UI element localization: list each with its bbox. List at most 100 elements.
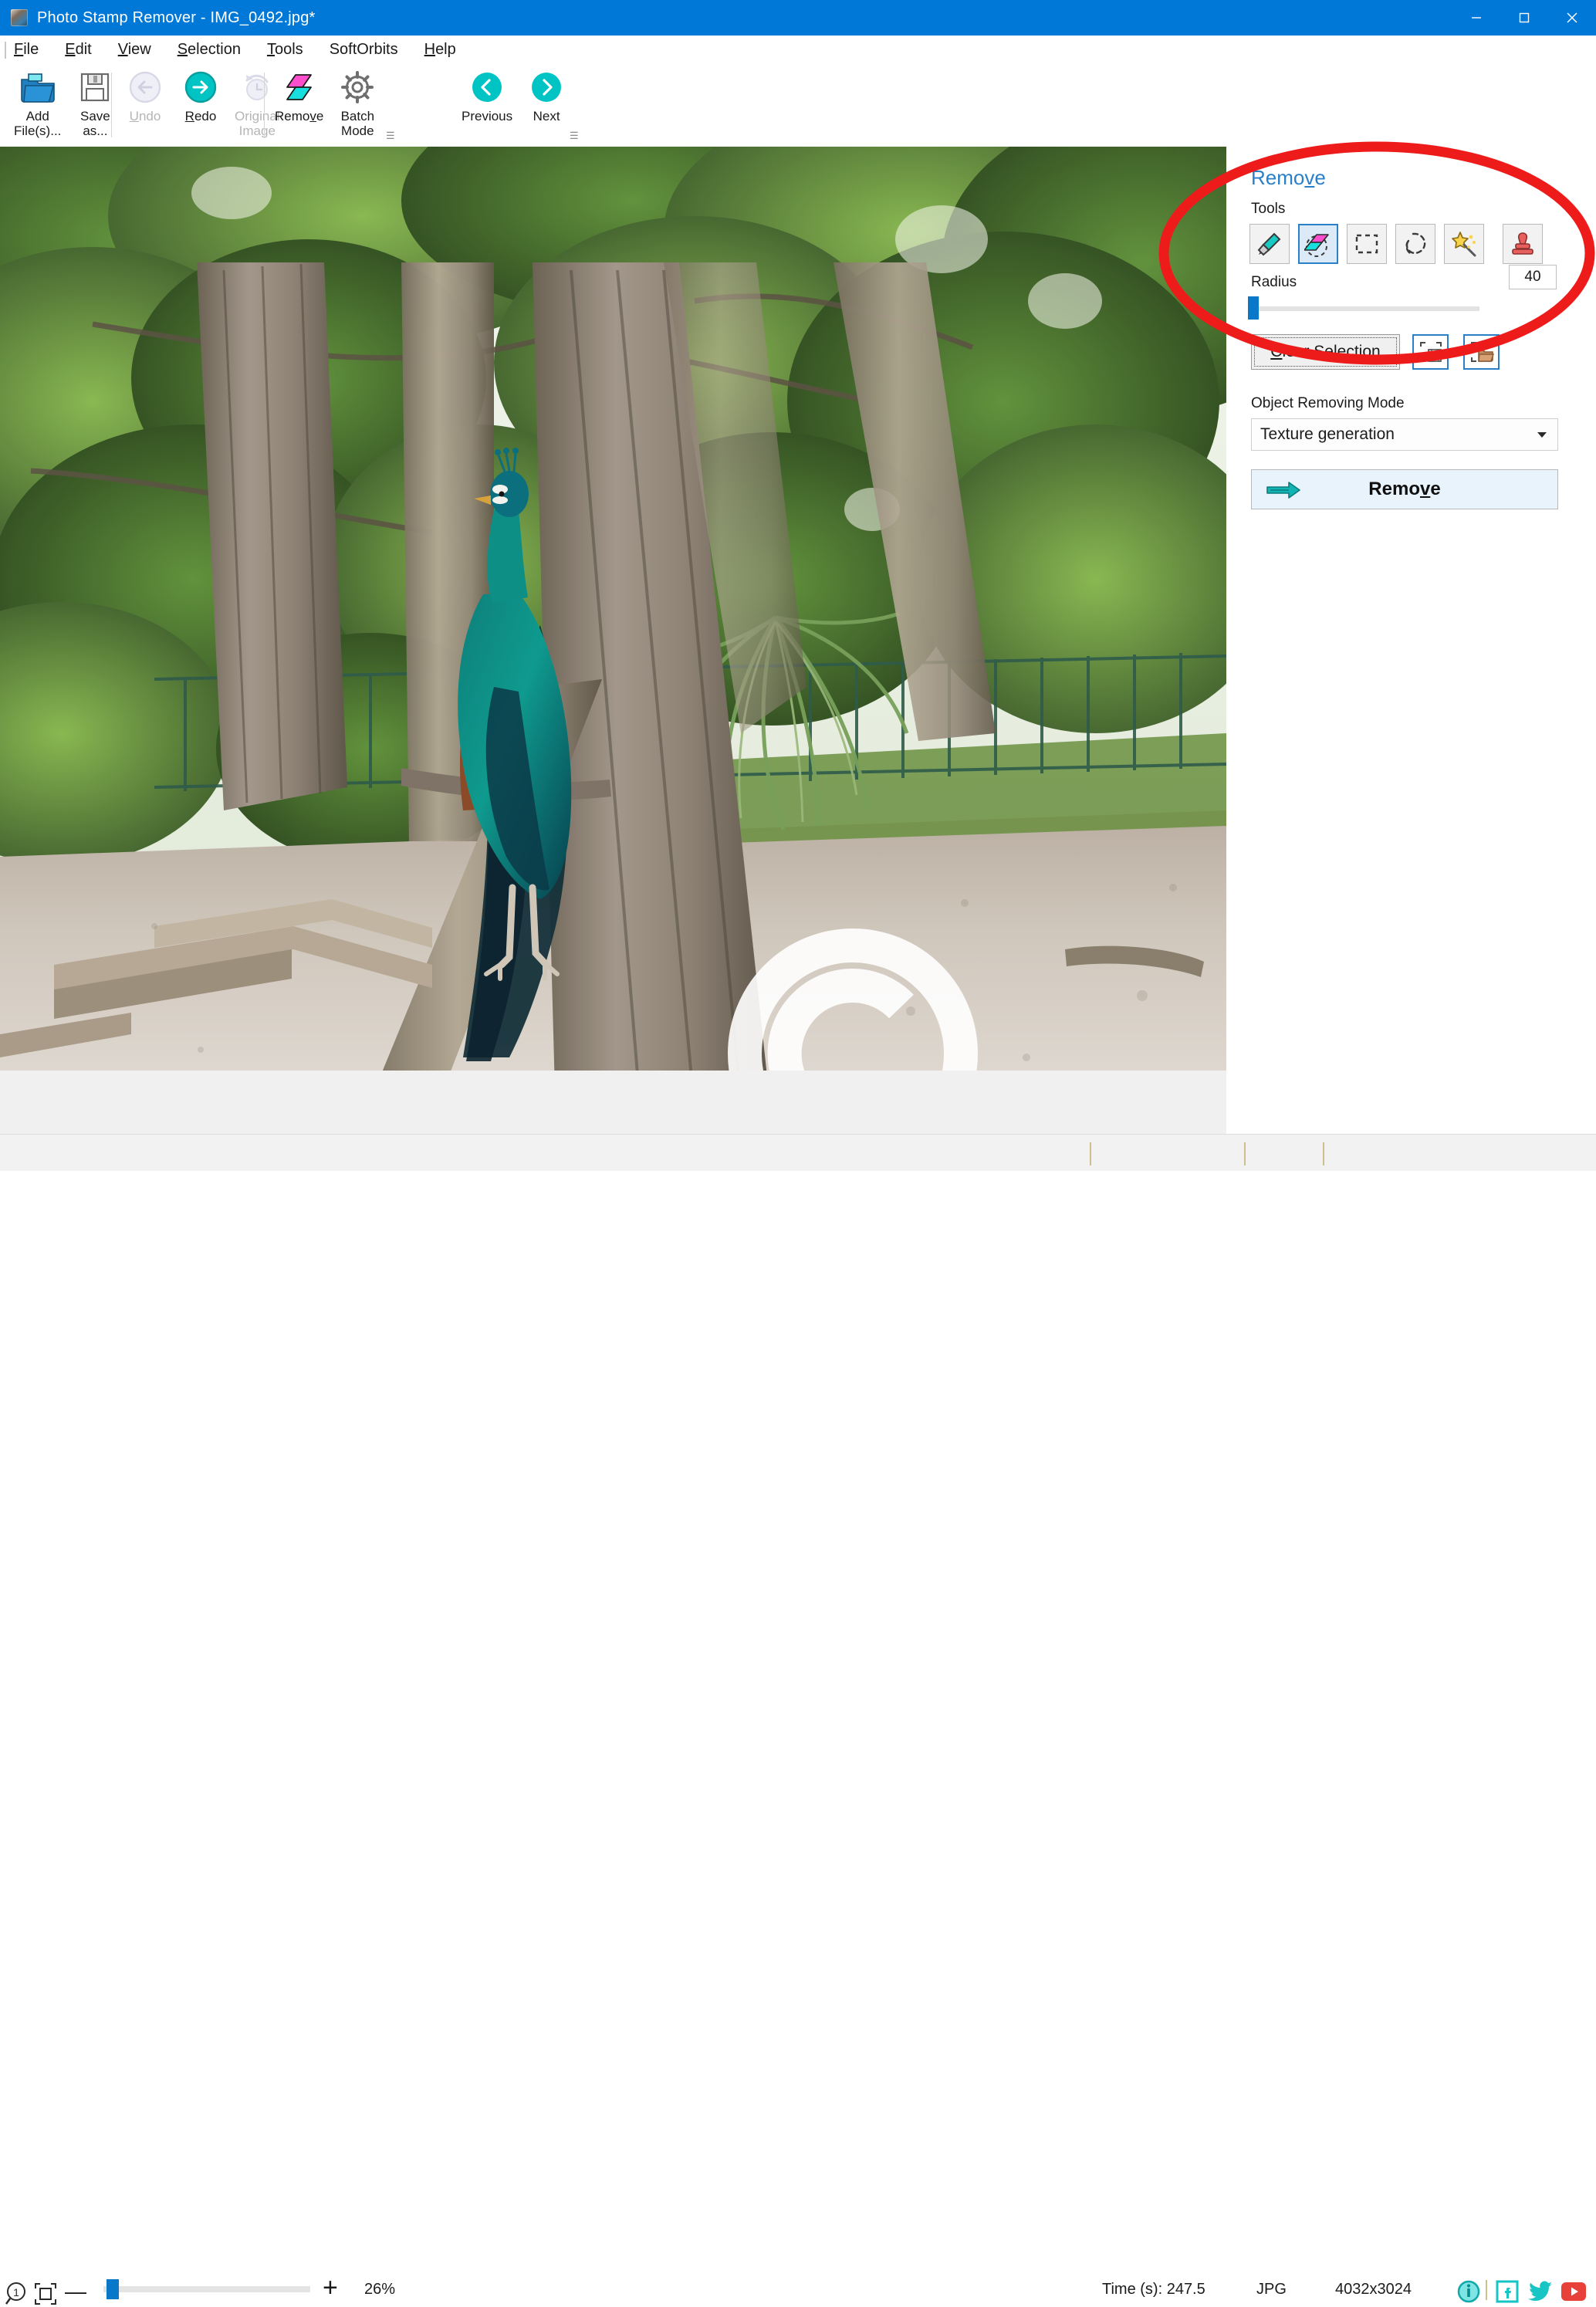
next-button[interactable]: Next: [519, 63, 574, 123]
dimensions-label: 4032x3024: [1335, 2281, 1412, 2298]
ribbon-separator-1: [111, 73, 112, 137]
object-removing-mode-label: Object Removing Mode: [1251, 395, 1405, 411]
radius-value-field[interactable]: 40: [1509, 265, 1557, 289]
maximize-button[interactable]: [1500, 0, 1548, 36]
radius-label: Radius: [1251, 274, 1297, 290]
batch-mode-label: Batch Mode: [340, 109, 375, 138]
chevron-left-circle-icon: [469, 66, 505, 108]
undo-label: Undo: [129, 109, 161, 123]
twitter-button[interactable]: [1528, 2280, 1553, 2303]
minimize-button[interactable]: [1452, 0, 1500, 36]
rubber-stamp-tool-button[interactable]: [1503, 224, 1543, 264]
peacock-photo: [0, 147, 1226, 1071]
panel-title: Remove: [1251, 166, 1326, 189]
menu-selection[interactable]: Selection: [174, 39, 244, 60]
add-files-button[interactable]: Add File(s)...: [8, 63, 67, 138]
eraser-brush-tool-button[interactable]: [1298, 224, 1338, 264]
menu-edit[interactable]: Edit: [62, 39, 94, 60]
tools-row: [1249, 224, 1551, 264]
lasso-selection-icon: [1405, 232, 1426, 255]
info-button[interactable]: [1457, 2280, 1480, 2303]
app-icon: [11, 9, 28, 26]
zoom-slider-thumb[interactable]: [107, 2279, 119, 2299]
ribbon-group-navigation: Previous Next ☰: [455, 63, 579, 147]
magic-wand-tool-button[interactable]: [1444, 224, 1484, 264]
time-label: Time (s): 247.5: [1102, 2281, 1205, 2298]
open-folder-icon: [19, 66, 56, 108]
ribbon-group-actions: Remove Batch Mode ☰: [269, 63, 395, 147]
remove-panel: Remove Tools Radius 40 Clear Selection O…: [1226, 147, 1596, 1134]
menu-softorbits[interactable]: SoftOrbits: [326, 39, 401, 60]
zoom-out-button[interactable]: —: [65, 2279, 86, 2304]
batch-mode-button[interactable]: Batch Mode: [330, 63, 385, 138]
marker-pen-tool-button[interactable]: [1249, 224, 1290, 264]
menu-bar: File Edit View Selection Tools SoftOrbit…: [0, 36, 1596, 63]
menu-help[interactable]: Help: [421, 39, 459, 60]
facebook-button[interactable]: [1496, 2280, 1519, 2303]
eraser-icon: [282, 66, 317, 108]
undo-button: Undo: [117, 63, 173, 123]
gear-icon: [340, 66, 375, 108]
previous-label: Previous: [462, 109, 513, 123]
status-divider-4: [1486, 2280, 1487, 2300]
status-divider-2: [1244, 1142, 1246, 1165]
close-button[interactable]: [1548, 0, 1596, 36]
rectangle-selection-icon: [1355, 234, 1378, 254]
focus-outline: [1254, 337, 1397, 367]
ribbon-group-file: Add File(s)... Save as...: [8, 63, 123, 147]
ribbon-overflow-2[interactable]: ☰: [570, 130, 579, 142]
clear-selection-button[interactable]: Clear Selection: [1251, 334, 1400, 370]
menu-tools[interactable]: Tools: [264, 39, 306, 60]
ribbon-group-history: Undo Redo Original Image: [117, 63, 286, 147]
rubber-stamp-icon: [1512, 232, 1533, 255]
undo-arrow-icon: [127, 66, 163, 108]
status-divider-3: [1323, 1142, 1324, 1165]
floppy-disk-icon: [79, 66, 111, 108]
window-controls: [1452, 0, 1596, 36]
rectangle-selection-tool-button[interactable]: [1347, 224, 1387, 264]
youtube-button[interactable]: [1560, 2282, 1587, 2302]
save-as-button[interactable]: Save as...: [67, 63, 123, 138]
magic-wand-icon: [1452, 232, 1476, 257]
copyright-symbol-watermark: [728, 929, 978, 1071]
chevron-down-icon: [1537, 432, 1547, 438]
image-canvas[interactable]: [0, 147, 1226, 1071]
magnifier-icon: 1: [5, 2282, 25, 2305]
redo-button[interactable]: Redo: [173, 63, 228, 123]
youtube-icon: [1561, 2282, 1586, 2301]
ribbon-overflow-1[interactable]: ☰: [386, 130, 395, 142]
marker-pen-icon: [1257, 232, 1281, 256]
svg-text:1: 1: [13, 2286, 19, 2299]
maximize-icon: [1519, 12, 1530, 23]
previous-button[interactable]: Previous: [455, 63, 519, 123]
eraser-brush-icon: [1304, 234, 1329, 257]
zoom-in-button[interactable]: +: [323, 2275, 338, 2301]
ribbon-toolbar: Add File(s)... Save as... Undo Redo Orig…: [0, 63, 1596, 147]
object-removing-mode-select[interactable]: Texture generation: [1251, 418, 1558, 451]
zoom-slider-track[interactable]: [103, 2286, 310, 2292]
facebook-icon: [1496, 2280, 1519, 2303]
redo-label: Redo: [184, 109, 217, 123]
remove-action-button[interactable]: Remove: [1251, 469, 1558, 509]
fit-to-screen-icon: [35, 2283, 56, 2305]
load-selection-button[interactable]: [1463, 334, 1500, 370]
object-removing-mode-value: Texture generation: [1260, 425, 1395, 443]
remove-toolbar-button[interactable]: Remove: [269, 63, 330, 123]
remove-toolbar-label: Remove: [275, 109, 324, 123]
load-selection-icon: [1470, 342, 1494, 362]
add-files-label: Add File(s)...: [14, 109, 62, 138]
menu-view[interactable]: View: [115, 39, 154, 60]
radius-slider-track[interactable]: [1251, 306, 1479, 311]
status-bar: 1 — + 26% Time (s): 247.5 JPG 4032x3024: [0, 1134, 1596, 2305]
menu-file[interactable]: File: [11, 39, 42, 60]
radius-slider-thumb[interactable]: [1248, 296, 1259, 320]
lasso-selection-tool-button[interactable]: [1395, 224, 1435, 264]
fit-to-screen-button[interactable]: [32, 2281, 59, 2307]
zoom-magnifier-button[interactable]: 1: [5, 2281, 31, 2307]
close-icon: [1567, 12, 1577, 23]
chevron-right-circle-icon: [529, 66, 564, 108]
remove-action-label: Remove: [1368, 479, 1441, 499]
title-bar: Photo Stamp Remover - IMG_0492.jpg*: [0, 0, 1596, 36]
application-window: Photo Stamp Remover - IMG_0492.jpg* File…: [0, 0, 1596, 2305]
save-selection-button[interactable]: [1412, 334, 1449, 370]
